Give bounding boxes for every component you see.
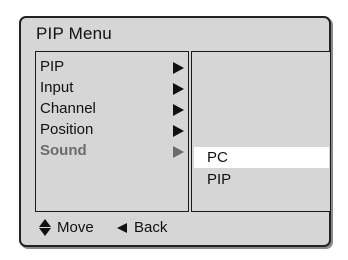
menu-item-channel[interactable]: Channel (40, 99, 186, 119)
menu-item-input[interactable]: Input (40, 78, 186, 98)
submenu-option-pc[interactable]: PC (194, 147, 329, 168)
menu-item-label: Channel (40, 100, 96, 117)
menu-item-label: Sound (40, 142, 87, 159)
triangle-left-icon (117, 223, 127, 233)
menu-list: PIP Input Channel Position Sound (35, 51, 189, 212)
pip-menu-window: PIP Menu PIP Input Channel Position Soun… (19, 16, 331, 247)
triangle-right-icon (173, 62, 184, 74)
triangle-right-icon (173, 125, 184, 137)
submenu-panel: PC PIP (191, 51, 331, 212)
menu-item-label: Position (40, 121, 94, 138)
menu-item-label: PIP (40, 58, 65, 75)
menu-item-label: Input (40, 79, 74, 96)
up-down-arrows-icon (39, 219, 51, 237)
menu-footer: Move Back (39, 217, 239, 239)
option-label: PC (207, 149, 228, 166)
triangle-right-icon (173, 83, 184, 95)
menu-title: PIP Menu (36, 24, 112, 43)
menu-item-pip[interactable]: PIP (40, 57, 186, 77)
option-label: PIP (207, 171, 232, 188)
back-hint-label: Back (134, 219, 168, 236)
submenu-option-pip[interactable]: PIP (194, 169, 329, 190)
triangle-right-icon (173, 146, 184, 158)
menu-item-sound[interactable]: Sound (40, 141, 186, 161)
menu-item-position[interactable]: Position (40, 120, 186, 140)
move-hint-label: Move (57, 219, 94, 236)
triangle-right-icon (173, 104, 184, 116)
